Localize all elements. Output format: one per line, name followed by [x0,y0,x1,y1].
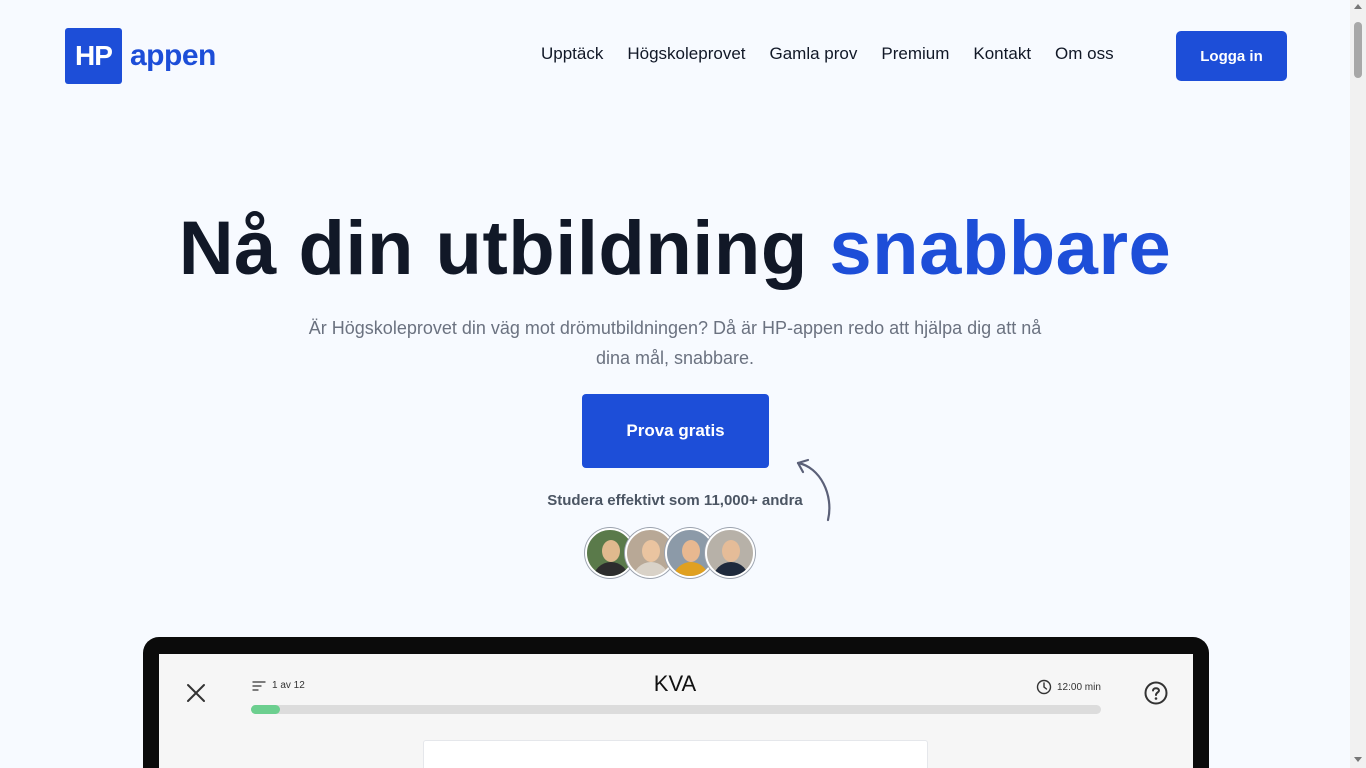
nav-premium[interactable]: Premium [881,44,949,64]
site-header: HP appen Upptäck Högskoleprovet Gamla pr… [0,0,1350,110]
timer-label: 12:00 min [1057,681,1101,693]
logo-mark: HP [65,28,122,84]
hero-title-accent: snabbare [829,206,1172,291]
progress-fill [251,705,280,714]
nav-kontakt[interactable]: Kontakt [973,44,1031,64]
question-card [423,740,928,768]
hero-title: Nå din utbildning snabbare [0,205,1350,292]
main-nav: Upptäck Högskoleprovet Gamla prov Premiu… [541,44,1138,64]
user-avatars [585,528,755,578]
try-free-button[interactable]: Prova gratis [582,394,769,468]
nav-gamla-prov[interactable]: Gamla prov [770,44,858,64]
scroll-thumb[interactable] [1354,22,1362,78]
curved-arrow-icon [796,458,831,522]
scroll-up-icon[interactable] [1354,4,1362,9]
social-proof-text: Studera effektivt som 11,000+ andra [547,492,803,509]
clock-icon [1036,679,1052,695]
logo-word: appen [130,39,216,72]
progress-bar [251,705,1101,714]
hero-title-main: Nå din utbildning [178,206,808,291]
hero-subtitle: Är Högskoleprovet din väg mot drömutbild… [308,318,1042,368]
scrollbar[interactable] [1350,0,1366,768]
timer: 12:00 min [1036,679,1101,695]
avatar [705,528,755,578]
scroll-down-icon[interactable] [1354,757,1362,762]
logo[interactable]: HP appen [65,28,216,84]
nav-om-oss[interactable]: Om oss [1055,44,1114,64]
login-button[interactable]: Logga in [1176,31,1287,81]
help-icon[interactable] [1144,681,1168,705]
nav-upptack[interactable]: Upptäck [541,44,603,64]
nav-hogskoleprovet[interactable]: Högskoleprovet [627,44,745,64]
